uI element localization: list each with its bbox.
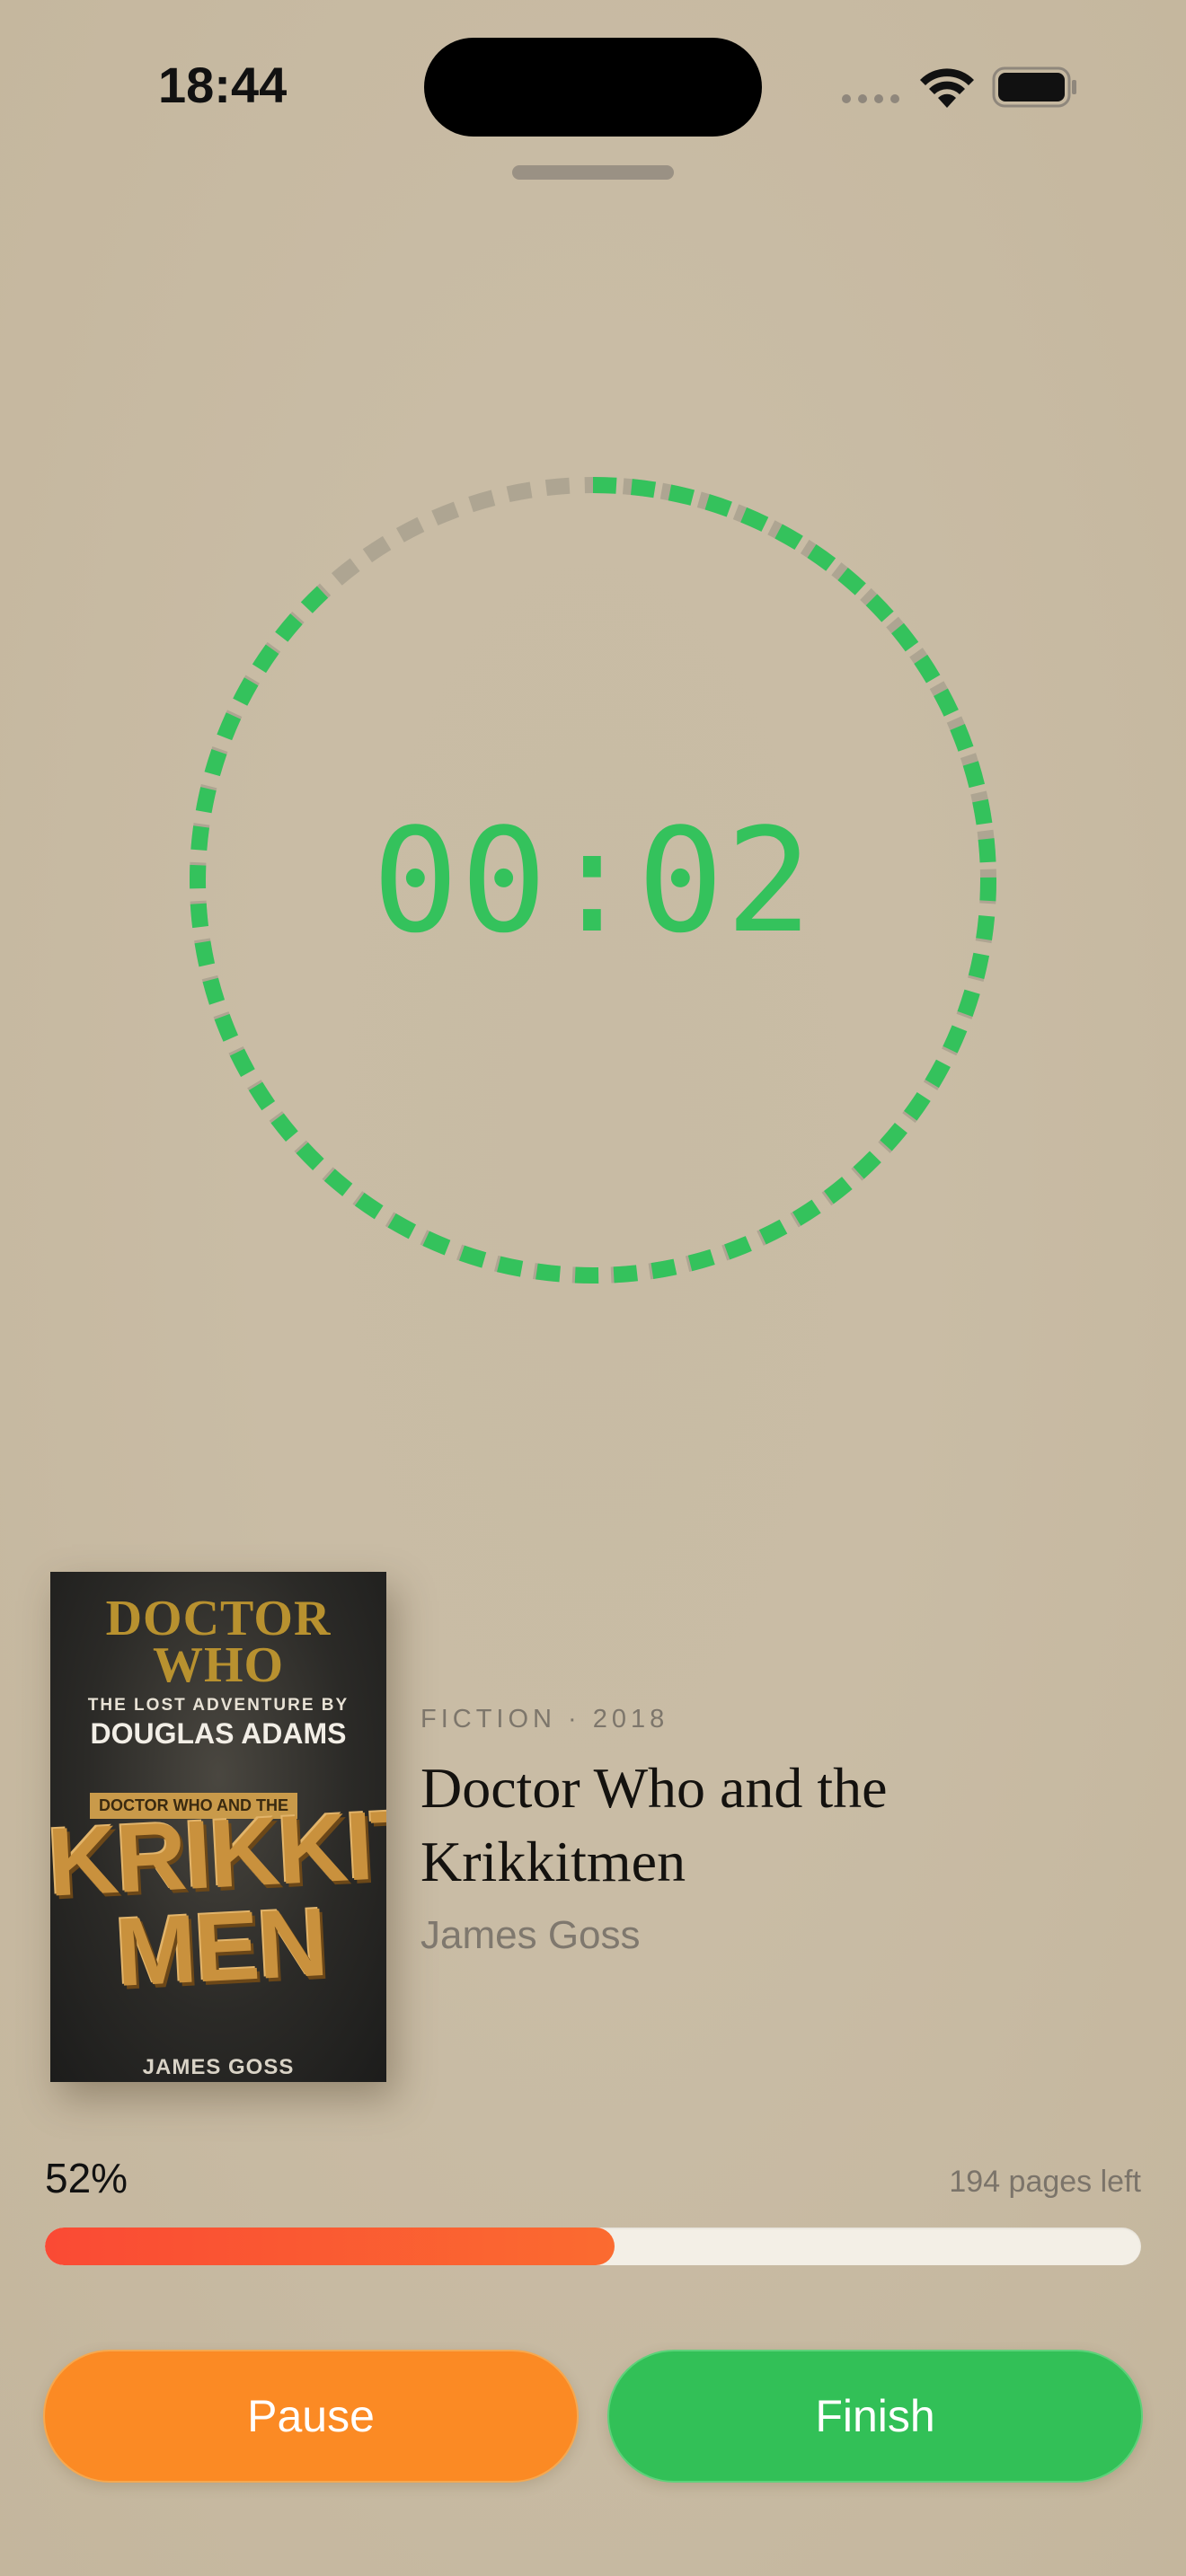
cover-author-top: DOUGLAS ADAMS xyxy=(90,1717,347,1750)
finish-button[interactable]: Finish xyxy=(607,2350,1143,2483)
book-cover[interactable]: DOCTOR WHO THE LOST ADVENTURE BY DOUGLAS… xyxy=(50,1572,386,2082)
book-genre-year: FICTION · 2018 xyxy=(420,1705,669,1734)
book-title: Doctor Who and the Krikkitmen xyxy=(420,1756,888,1893)
cover-title-line2: MEN xyxy=(112,1886,329,2007)
reading-progress-fill xyxy=(45,2228,615,2265)
book-author: James Goss xyxy=(420,1913,641,1957)
cellular-signal-icon xyxy=(842,94,899,103)
status-bar: 18:44 xyxy=(0,0,1186,180)
wifi-icon xyxy=(920,68,974,108)
progress-percent: 52% xyxy=(45,2155,128,2201)
cover-tagline: THE LOST ADVENTURE BY xyxy=(87,1696,350,1715)
cover-author-bottom: JAMES GOSS xyxy=(142,2055,295,2079)
cover-title: KRIKKIT MEN xyxy=(50,1788,386,2007)
sheet-grabber[interactable] xyxy=(512,165,674,180)
dynamic-island xyxy=(424,38,762,137)
cover-series-line2: WHO xyxy=(152,1637,285,1693)
battery-icon xyxy=(992,66,1076,108)
pause-button[interactable]: Pause xyxy=(43,2350,579,2483)
pages-left: 194 pages left xyxy=(949,2165,1141,2199)
reading-progress-bar xyxy=(45,2228,1141,2265)
status-time: 18:44 xyxy=(158,57,288,113)
cover-series-logo: DOCTOR WHO xyxy=(50,1593,386,1690)
timer-display: 00:02 xyxy=(372,796,814,965)
